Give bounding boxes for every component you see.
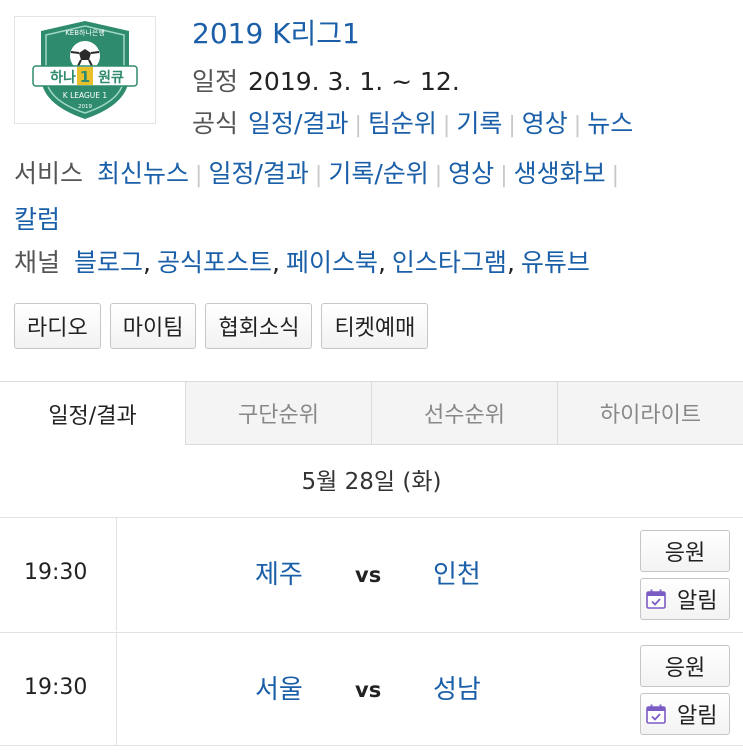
comma: , [272, 248, 280, 277]
channel-link-youtube[interactable]: 유튜브 [521, 248, 590, 277]
separator: | [195, 163, 203, 188]
official-link-video[interactable]: 영상 [522, 109, 568, 138]
service-link-schedule[interactable]: 일정/결과 [208, 159, 308, 188]
cheer-button[interactable]: 응원 [640, 530, 730, 572]
tab-highlights[interactable]: 하이라이트 [557, 382, 743, 445]
channel-link-instagram[interactable]: 인스타그램 [392, 248, 507, 277]
channel-link-blog[interactable]: 블로그 [74, 248, 143, 277]
official-links-row: 공식 일정/결과 | 팀순위 | 기록 | 영상 | 뉴스 [192, 104, 633, 140]
channels-label: 채널 [14, 248, 61, 277]
page-title[interactable]: 2019 K리그1 [192, 12, 360, 52]
vs-label: vs [355, 563, 382, 587]
services-row: 서비스 최신뉴스 | 일정/결과 | 기록/순위 | 영상 | 생생화보 | 칼럼 [14, 152, 714, 242]
ticket-button[interactable]: 티켓예매 [321, 303, 429, 349]
comma: , [143, 248, 151, 277]
away-team[interactable]: 인천 [433, 554, 481, 591]
away-team[interactable]: 성남 [433, 669, 481, 706]
service-link-records[interactable]: 기록/순위 [328, 159, 428, 188]
logo-year-text: 2019 [78, 104, 92, 110]
separator: | [314, 163, 323, 188]
alarm-button[interactable]: 알림 [640, 693, 730, 735]
channel-link-facebook[interactable]: 페이스북 [286, 248, 378, 277]
logo-number-text: 1 [80, 68, 90, 86]
alarm-label: 알림 [677, 704, 718, 729]
quick-buttons: 라디오 마이팀 협회소식 티켓예매 [14, 303, 429, 349]
divider [116, 518, 117, 631]
logo-main-text: 하나 [50, 69, 76, 86]
cheer-button[interactable]: 응원 [640, 645, 730, 687]
k-league-emblem: 하나 1 원큐 KEB하나은행 K LEAGUE 1 2019 [32, 21, 138, 119]
association-news-button[interactable]: 협회소식 [205, 303, 313, 349]
tab-team-standings[interactable]: 구단순위 [185, 382, 371, 445]
official-link-schedule[interactable]: 일정/결과 [248, 109, 348, 138]
separator: | [500, 163, 508, 188]
logo-suffix-text: 원큐 [98, 70, 124, 86]
match-date: 5월 28일 (화) [301, 469, 442, 495]
my-team-button[interactable]: 마이팀 [109, 303, 197, 349]
official-link-records[interactable]: 기록 [456, 109, 502, 138]
service-link-column[interactable]: 칼럼 [14, 205, 60, 234]
match-time: 19:30 [24, 560, 88, 585]
tab-player-rankings[interactable]: 선수순위 [371, 382, 557, 445]
league-logo[interactable]: 하나 1 원큐 KEB하나은행 K LEAGUE 1 2019 [14, 16, 156, 124]
home-team[interactable]: 서울 [255, 669, 303, 706]
calendar-icon [645, 588, 667, 610]
official-label: 공식 [192, 109, 239, 138]
match-row: 19:30 제주 vs 인천 응원 알림 [0, 517, 743, 631]
vs-label: vs [355, 678, 382, 702]
divider [116, 633, 117, 745]
comma: , [506, 248, 515, 277]
service-link-photos[interactable]: 생생화보 [514, 159, 606, 188]
tab-bar: 일정/결과 구단순위 선수순위 하이라이트 [0, 381, 743, 445]
service-link-latest-news[interactable]: 최신뉴스 [97, 159, 189, 188]
services-label: 서비스 [14, 159, 84, 188]
schedule-label: 일정 [192, 67, 239, 96]
alarm-label: 알림 [677, 589, 718, 614]
radio-button[interactable]: 라디오 [14, 303, 101, 349]
match-time: 19:30 [24, 675, 88, 700]
channel-link-post[interactable]: 공식포스트 [157, 248, 272, 277]
comma: , [377, 248, 386, 277]
schedule-row: 일정 2019. 3. 1. ~ 12. [192, 62, 460, 98]
calendar-icon [645, 703, 667, 725]
schedule-value: 2019. 3. 1. ~ 12. [248, 67, 460, 96]
tab-schedule[interactable]: 일정/결과 [0, 382, 185, 445]
home-team[interactable]: 제주 [255, 554, 303, 591]
service-link-video[interactable]: 영상 [448, 159, 494, 188]
alarm-button[interactable]: 알림 [640, 578, 730, 620]
separator: | [354, 113, 362, 138]
logo-league-text: K LEAGUE 1 [63, 91, 108, 100]
logo-sponsor-text: KEB하나은행 [65, 28, 105, 37]
channels-row: 채널 블로그, 공식포스트, 페이스북, 인스타그램, 유튜브 [14, 243, 590, 279]
separator: | [442, 113, 451, 138]
separator: | [573, 113, 582, 138]
separator: | [508, 113, 516, 138]
separator: | [611, 163, 620, 188]
official-link-standings[interactable]: 팀순위 [368, 109, 437, 138]
official-link-news[interactable]: 뉴스 [587, 109, 633, 138]
match-row: 19:30 서울 vs 성남 응원 알림 [0, 632, 743, 746]
separator: | [434, 163, 443, 188]
